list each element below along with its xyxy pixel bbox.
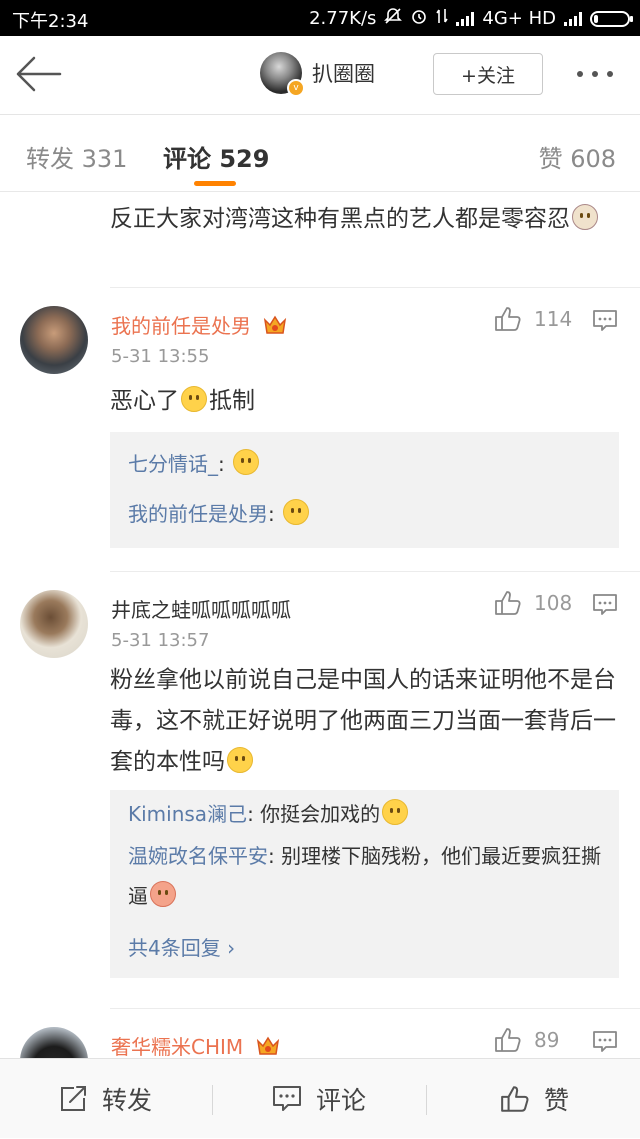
reply-item[interactable]: 温婉改名保平安: 别理楼下脑残粉，他们最近要疯狂撕逼 bbox=[128, 836, 608, 916]
data-transfer-icon bbox=[436, 7, 449, 30]
divider bbox=[110, 571, 640, 572]
like-label: 赞 bbox=[544, 1086, 570, 1115]
bottom-action-bar: 转发 评论 赞 bbox=[0, 1058, 640, 1138]
repost-button[interactable]: 转发 bbox=[58, 1059, 152, 1139]
divider bbox=[110, 287, 640, 288]
like-button[interactable]: 114 bbox=[494, 306, 572, 332]
thumb-up-icon bbox=[495, 307, 521, 331]
tab-like[interactable]: 赞 608 bbox=[539, 139, 616, 174]
header-username: 扒圈圈 bbox=[312, 62, 375, 86]
divider bbox=[212, 1085, 213, 1115]
tab-comment[interactable]: 评论 529 bbox=[163, 139, 269, 174]
grin-emoji-icon bbox=[382, 799, 409, 825]
comment-body-continued: 反正大家对湾湾这种有黑点的艺人都是零容忍 bbox=[110, 198, 622, 240]
mute-icon bbox=[384, 7, 403, 30]
comment-icon bbox=[273, 1086, 301, 1111]
comment-body: 恶心了 抵制 bbox=[110, 381, 620, 422]
like-count: 114 bbox=[534, 307, 573, 331]
like-button[interactable]: 108 bbox=[494, 590, 572, 616]
smile-emoji-icon bbox=[181, 386, 207, 412]
status-time: 下午2:34 bbox=[12, 11, 89, 32]
comment-text: 反正大家对湾湾这种有黑点的艺人都是零容忍 bbox=[110, 206, 570, 232]
thumb-up-icon bbox=[495, 591, 521, 615]
avatar[interactable] bbox=[20, 590, 88, 658]
back-button[interactable] bbox=[14, 54, 64, 94]
network-type: 4G+ HD bbox=[482, 8, 556, 29]
status-icons: 2.77K/s 4G+ HD bbox=[309, 7, 633, 30]
reply-item[interactable]: Kiminsa澜己: 你挺会加戏的 bbox=[128, 794, 608, 834]
network-speed: 2.77K/s bbox=[309, 8, 377, 29]
reply-comment-icon[interactable] bbox=[592, 309, 618, 333]
sleepy-emoji-icon bbox=[233, 449, 260, 475]
reply-comment-icon[interactable] bbox=[592, 1030, 618, 1054]
comment-author[interactable]: 奢华糯米CHIM bbox=[111, 1031, 280, 1058]
vip-crown-icon bbox=[264, 315, 287, 334]
comment-author[interactable]: 我的前任是处男 bbox=[111, 310, 287, 339]
more-dot bbox=[607, 71, 613, 77]
back-arrow-icon bbox=[16, 56, 62, 92]
more-dot bbox=[592, 71, 598, 77]
author-name: 我的前任是处男 bbox=[111, 314, 251, 338]
comment-author[interactable]: 井底之蛙呱呱呱呱呱 bbox=[111, 594, 291, 623]
battery-icon bbox=[590, 10, 633, 27]
divider bbox=[110, 1008, 640, 1009]
more-button[interactable] bbox=[577, 66, 623, 82]
vip-crown-icon bbox=[256, 1036, 279, 1055]
reply-author[interactable]: Kiminsa澜己 bbox=[128, 802, 247, 826]
divider bbox=[426, 1085, 427, 1115]
angry-emoji-icon bbox=[150, 881, 176, 907]
reply-author[interactable]: 温婉改名保平安 bbox=[128, 844, 268, 868]
thumb-up-icon bbox=[495, 1028, 521, 1052]
verified-badge-icon: v bbox=[287, 79, 305, 97]
like-post-button[interactable]: 赞 bbox=[500, 1059, 569, 1139]
comment-text: 恶心了 bbox=[110, 388, 179, 414]
comment-body: 粉丝拿他以前说自己是中国人的话来证明他不是台毒，这不就正好说明了他两面三刀当面一… bbox=[110, 660, 620, 783]
author-name: 奢华糯米CHIM bbox=[111, 1035, 244, 1058]
reply-item[interactable]: 七分情话_: bbox=[128, 444, 608, 484]
comment-text: 粉丝拿他以前说自己是中国人的话来证明他不是台毒，这不就正好说明了他两面三刀当面一… bbox=[110, 667, 616, 775]
like-count: 108 bbox=[534, 591, 573, 615]
reply-text: : 你挺会加戏的 bbox=[247, 802, 381, 826]
reply-box[interactable]: 七分情话_: 我的前任是处男: bbox=[110, 432, 619, 548]
avatar[interactable] bbox=[20, 306, 88, 374]
more-replies-link[interactable]: 共4条回复 › bbox=[128, 932, 235, 961]
comment-list[interactable]: 反正大家对湾湾这种有黑点的艺人都是零容忍 我的前任是处男 5-31 13:55 … bbox=[0, 192, 640, 1058]
header-user[interactable]: v 扒圈圈 bbox=[260, 52, 375, 97]
reply-text: : bbox=[268, 502, 275, 526]
repost-icon bbox=[61, 1086, 86, 1111]
thinking-emoji-icon bbox=[227, 747, 253, 773]
like-count: 89 bbox=[534, 1028, 560, 1052]
reply-text: : bbox=[218, 452, 225, 476]
tab-repost[interactable]: 转发 331 bbox=[26, 139, 127, 174]
reply-box[interactable]: Kiminsa澜己: 你挺会加戏的 温婉改名保平安: 别理楼下脑残粉，他们最近要… bbox=[110, 790, 619, 978]
signal-icon-2 bbox=[564, 11, 582, 26]
top-nav: v 扒圈圈 +关注 bbox=[0, 36, 640, 114]
avatar[interactable] bbox=[20, 1027, 88, 1058]
tab-active-indicator bbox=[194, 181, 236, 186]
comment-time: 5-31 13:55 bbox=[111, 346, 210, 367]
comment-time: 5-31 13:57 bbox=[111, 630, 210, 651]
comment-label: 评论 bbox=[316, 1086, 367, 1115]
alarm-icon bbox=[410, 7, 428, 30]
thumb-up-icon bbox=[501, 1086, 529, 1112]
repost-label: 转发 bbox=[102, 1086, 153, 1115]
cat-emoji-icon bbox=[572, 204, 598, 230]
reply-item[interactable]: 我的前任是处男: bbox=[128, 494, 608, 534]
reply-author[interactable]: 我的前任是处男 bbox=[128, 502, 268, 526]
comment-button[interactable]: 评论 bbox=[272, 1059, 366, 1139]
avatar[interactable]: v bbox=[260, 52, 305, 97]
comment-text: 抵制 bbox=[209, 388, 255, 414]
status-bar: 下午2:34 2.77K/s 4G+ HD bbox=[0, 0, 640, 36]
smile-emoji-icon bbox=[283, 499, 310, 525]
reply-author[interactable]: 七分情话_ bbox=[128, 452, 218, 476]
like-button[interactable]: 89 bbox=[494, 1027, 559, 1053]
reply-comment-icon[interactable] bbox=[592, 593, 618, 617]
tab-bar: 转发 331 评论 529 赞 608 bbox=[0, 115, 640, 191]
signal-icon bbox=[456, 11, 475, 26]
follow-button[interactable]: +关注 bbox=[433, 53, 543, 95]
more-dots-icon bbox=[577, 71, 583, 77]
